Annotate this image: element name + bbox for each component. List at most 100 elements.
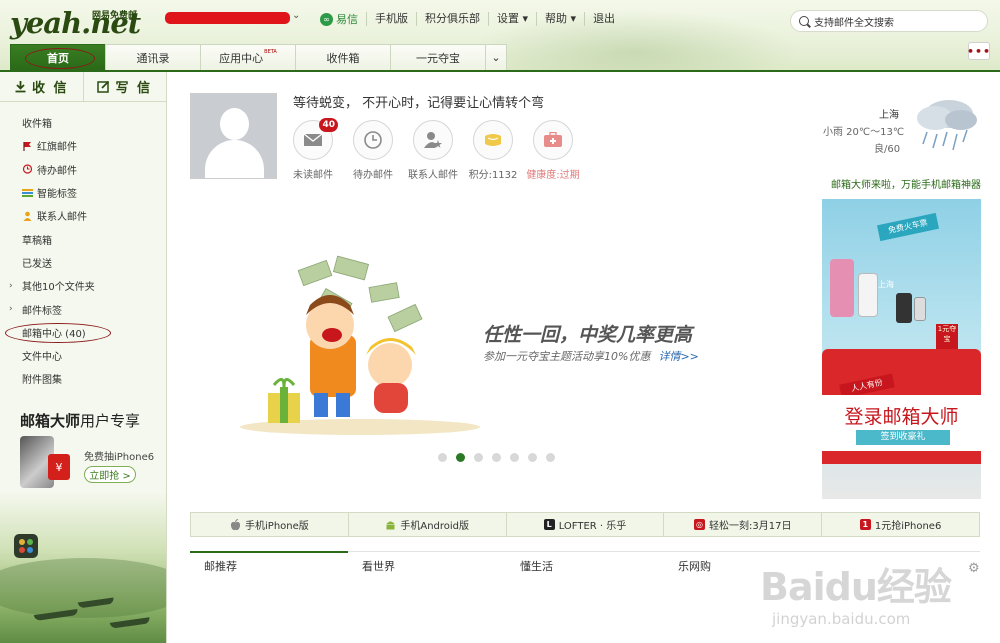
carousel-dot[interactable]: [546, 453, 555, 462]
weather-aqi: 良/60: [874, 144, 901, 155]
lofter-icon: L: [543, 519, 555, 530]
nav-mobile[interactable]: 手机版: [366, 12, 416, 26]
folder-sent[interactable]: 已发送: [0, 251, 166, 274]
folder-todo[interactable]: 待办邮件: [0, 158, 166, 181]
tag-icon: [22, 188, 33, 197]
weather-city: 上海: [879, 110, 899, 121]
folder-attachments[interactable]: 附件图集: [0, 367, 166, 390]
stat-health-circle: [533, 120, 573, 160]
banner-title[interactable]: 任性一回，中奖几率更高: [483, 320, 692, 347]
folder-mail-center[interactable]: 邮箱中心 (40): [0, 321, 166, 344]
rain-cloud-icon[interactable]: [905, 90, 985, 160]
chevron-right-icon[interactable]: ›: [9, 304, 13, 314]
receive-button[interactable]: 收 信: [0, 72, 83, 101]
folder-flagged[interactable]: 红旗邮件: [0, 134, 166, 157]
app-dot: [27, 547, 33, 553]
stat-label: 未读邮件: [293, 170, 333, 181]
folder-label: 红旗邮件: [37, 142, 77, 154]
user-motto[interactable]: 等待蜕变， 不开心时，记得要让心情转个弯: [293, 92, 544, 111]
tabs-more-button[interactable]: ⌄: [485, 44, 507, 70]
nav-yixin[interactable]: ∞ 易信: [320, 12, 366, 27]
nav-settings-label: 设置: [497, 12, 519, 25]
app-link-one-yuan[interactable]: 1 1元抢iPhone6: [821, 513, 979, 536]
chevron-down-icon: ⌄: [491, 51, 501, 64]
stat-todo[interactable]: 待办邮件: [343, 120, 403, 181]
stat-unread-circle: 40: [293, 118, 338, 160]
folder-label: 智能标签: [37, 189, 77, 201]
app-link-relax[interactable]: ◎ 轻松一刻:3月17日: [663, 513, 821, 536]
app-link-android[interactable]: 手机Android版: [347, 513, 506, 536]
account-name-redacted[interactable]: [165, 12, 290, 24]
app-link-lofter[interactable]: L LOFTER · 乐乎: [505, 513, 664, 536]
tab-app-center[interactable]: 应用中心 BETA: [200, 44, 296, 70]
more-menu-button[interactable]: •••: [967, 42, 990, 60]
carousel-dot[interactable]: [510, 453, 519, 462]
ad-title-link[interactable]: 邮箱大师来啦，万能手机邮箱神器: [831, 176, 981, 191]
app-dot: [19, 547, 25, 553]
weather-desc: 小雨 20℃～13℃: [823, 127, 905, 138]
promo-grab-button[interactable]: 立即抢 >: [84, 466, 136, 483]
folder-file-center[interactable]: 文件中心: [0, 344, 166, 367]
folder-smart-tags[interactable]: 智能标签: [0, 181, 166, 204]
contact-star-icon: [424, 132, 442, 148]
chevron-down-icon: ▾: [570, 12, 577, 25]
app-link-iphone[interactable]: 手机iPhone版: [191, 513, 348, 536]
clock-icon: [364, 131, 382, 149]
folder-label: 收件箱: [22, 119, 52, 131]
tab-contacts-label: 通讯录: [136, 51, 170, 65]
tab-inbox-label: 收件箱: [326, 51, 360, 65]
folder-label: 联系人邮件: [37, 212, 87, 224]
nav-help[interactable]: 帮助 ▾: [536, 12, 584, 26]
coin-icon: [485, 134, 501, 146]
carousel-dot[interactable]: [456, 453, 465, 462]
apps-grid-button[interactable]: [14, 534, 38, 558]
nav-help-label: 帮助: [545, 12, 568, 25]
carousel-dots: [438, 453, 555, 462]
app-link-label: LOFTER · 乐乎: [558, 521, 627, 532]
stat-points-circle: [473, 120, 513, 160]
banner-details-link[interactable]: 详情>>: [658, 350, 698, 363]
nav-settings[interactable]: 设置 ▾: [488, 12, 536, 26]
folder-drafts[interactable]: 草稿箱: [0, 227, 166, 250]
folder-label: 文件中心: [22, 352, 62, 364]
side-ad-banner[interactable]: 免费火车票 上海 1元夺宝 人人有份 登录邮箱大师 签到收豪礼: [822, 199, 981, 499]
chevron-down-icon[interactable]: ⌄: [292, 10, 300, 21]
watermark-brand: Baidu经验: [760, 565, 952, 609]
folder-contacts[interactable]: 联系人邮件: [0, 204, 166, 227]
avatar[interactable]: [190, 93, 277, 179]
stat-health[interactable]: 健康度:过期: [523, 120, 583, 181]
stat-contacts[interactable]: 联系人邮件: [403, 120, 463, 181]
folder-labels[interactable]: › 邮件标签: [0, 297, 166, 320]
tab-inbox[interactable]: 收件箱: [295, 44, 391, 70]
chevron-down-icon: ▾: [522, 12, 529, 25]
carousel-dot[interactable]: [492, 453, 501, 462]
folder-other[interactable]: › 其他10个文件夹: [0, 274, 166, 297]
stat-unread[interactable]: 40 未读邮件: [283, 118, 343, 181]
chevron-right-icon[interactable]: ›: [9, 281, 13, 291]
carousel-dot[interactable]: [474, 453, 483, 462]
carousel-dot[interactable]: [528, 453, 537, 462]
tab-life[interactable]: 懂生活: [506, 552, 664, 579]
tab-contacts[interactable]: 通讯录: [105, 44, 201, 70]
tab-world[interactable]: 看世界: [348, 552, 506, 579]
stat-points[interactable]: 积分:1132: [463, 120, 523, 181]
nav-logout[interactable]: 退出: [584, 12, 623, 26]
search-input[interactable]: 支持邮件全文搜索: [790, 10, 988, 32]
hill-shape: [0, 558, 166, 618]
promo-title-rest: 用户专享: [80, 412, 141, 430]
tab-one-yuan[interactable]: 一元夺宝: [390, 44, 486, 70]
tab-recommended[interactable]: 邮推荐: [190, 551, 348, 579]
unread-count-badge: 40: [319, 118, 338, 132]
edit-icon: [97, 80, 110, 93]
tab-home[interactable]: 首页: [10, 44, 106, 70]
compose-button[interactable]: 写 信: [82, 72, 167, 101]
folder-inbox[interactable]: 收件箱: [0, 111, 166, 134]
carousel-dot[interactable]: [438, 453, 447, 462]
nav-points-club[interactable]: 积分俱乐部: [416, 12, 488, 26]
contact-icon: [23, 211, 32, 221]
avatar-head: [220, 108, 249, 140]
ad-free-ticket-tag: 免费火车票: [876, 212, 940, 242]
app-links-bar: 手机iPhone版 手机Android版 L LOFTER · 乐乎 ◎ 轻松一刻:…: [190, 512, 980, 537]
ad-gift-tag: 1元夺宝: [936, 324, 958, 352]
app-dot: [19, 539, 25, 545]
